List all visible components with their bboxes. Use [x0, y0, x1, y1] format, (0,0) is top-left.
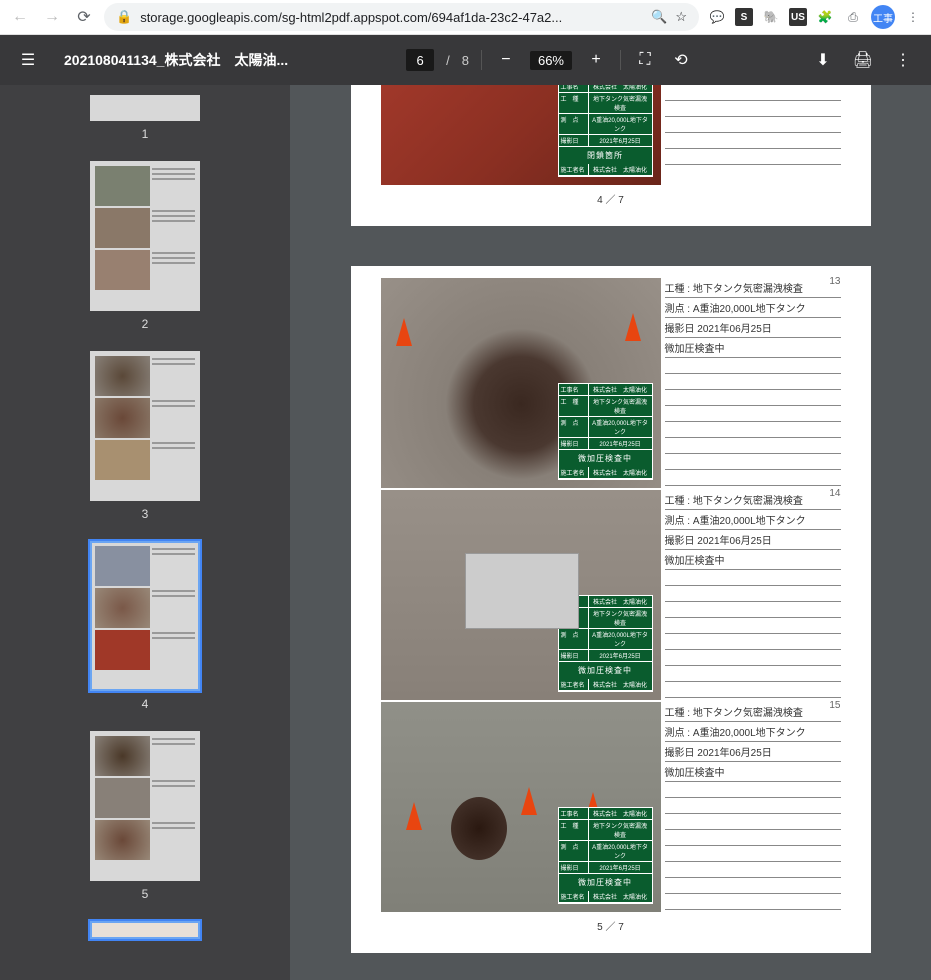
report-photo-13: 工事名株式会社 太陽油化 工 種地下タンク気密漏洩検査 測 点A重油20,000… — [381, 278, 661, 488]
thumbnail-sidebar[interactable]: 1 2 3 — [0, 85, 290, 980]
report-info: 工種 : 地下タンク気密漏洩検査 測点 : A重油20,000L地下タンク 撮影… — [661, 490, 841, 700]
menu-icon[interactable]: ☰ — [16, 48, 40, 72]
report-info: 工種 : 地下タンク気密漏洩検査 測点 : A重油20,000L地下タンク 撮影… — [661, 702, 841, 912]
report-row-14: 14 工事名株式会社 太陽油化 工 種地下タンク気密漏洩検査 測 点A重油20,… — [381, 490, 841, 700]
report-photo-12: 工事名株式会社 太陽油化 工 種地下タンク気密漏洩検査 測 点A重油20,000… — [381, 85, 661, 185]
url-text: storage.googleapis.com/sg-html2pdf.appsp… — [140, 10, 643, 25]
thumbnail-2[interactable]: 2 — [0, 161, 290, 331]
reload-button[interactable]: ⟳ — [72, 5, 96, 29]
fit-page-button[interactable]: ⛶ — [633, 48, 657, 72]
page-footer: 4 ／ 7 — [381, 191, 841, 206]
pdf-page-5: 13 工事名株式会社 太陽油化 工 種地下タンク気密漏洩検査 測 点A重油20,… — [351, 266, 871, 953]
zoom-out-button[interactable]: − — [494, 48, 518, 72]
report-row-13: 13 工事名株式会社 太陽油化 工 種地下タンク気密漏洩検査 測 点A重油20,… — [381, 278, 841, 488]
thumbnail-5[interactable]: 5 — [0, 731, 290, 901]
photo-overlay: 工事名株式会社 太陽油化 工 種地下タンク気密漏洩検査 測 点A重油20,000… — [558, 595, 653, 692]
browser-menu-icon[interactable]: ⋮ — [903, 7, 923, 27]
extensions-icon[interactable]: 🧩 — [815, 7, 835, 27]
ext-us-icon[interactable]: US — [789, 8, 807, 26]
page-input[interactable] — [406, 49, 434, 71]
profile-avatar[interactable]: 工事 — [871, 5, 895, 29]
ext-chat-icon[interactable]: 💬 — [707, 7, 727, 27]
report-info — [661, 85, 841, 185]
page-footer: 5 ／ 7 — [381, 918, 841, 933]
browser-toolbar: ← → ⟳ 🔒 storage.googleapis.com/sg-html2p… — [0, 0, 931, 35]
pdf-title: 202108041134_株式会社 太陽油... — [64, 50, 288, 70]
pdf-viewer: ☰ 202108041134_株式会社 太陽油... / 8 − 66% + ⛶… — [0, 35, 931, 980]
pdf-page-4: 工事名株式会社 太陽油化 工 種地下タンク気密漏洩検査 測 点A重油20,000… — [351, 85, 871, 226]
download-button[interactable]: ⬇ — [811, 48, 835, 72]
back-button[interactable]: ← — [8, 5, 32, 29]
url-bar[interactable]: 🔒 storage.googleapis.com/sg-html2pdf.app… — [104, 3, 699, 31]
photo-overlay: 工事名株式会社 太陽油化 工 種地下タンク気密漏洩検査 測 点A重油20,000… — [558, 383, 653, 480]
star-icon[interactable]: ☆ — [675, 9, 687, 25]
zoom-value: 66% — [530, 51, 572, 70]
forward-button[interactable]: → — [40, 5, 64, 29]
report-photo-14: 工事名株式会社 太陽油化 工 種地下タンク気密漏洩検査 測 点A重油20,000… — [381, 490, 661, 700]
more-button[interactable]: ⋮ — [891, 48, 915, 72]
ext-evernote-icon[interactable]: 🐘 — [761, 7, 781, 27]
lock-icon: 🔒 — [116, 9, 132, 25]
print-button[interactable]: 🖨 — [851, 48, 875, 72]
photo-overlay: 工事名株式会社 太陽油化 工 種地下タンク気密漏洩検査 測 点A重油20,000… — [558, 807, 653, 904]
thumbnail-1[interactable]: 1 — [0, 95, 290, 141]
thumbnail-4[interactable]: 4 — [0, 541, 290, 711]
thumbnail-6[interactable] — [0, 921, 290, 945]
report-row-15: 15 工事名株式会社 太陽油化 工 種地下タンク気密漏洩検査 測 点A重油20,… — [381, 702, 841, 912]
zoom-icon[interactable]: 🔍 — [651, 9, 667, 25]
report-photo-15: 工事名株式会社 太陽油化 工 種地下タンク気密漏洩検査 測 点A重油20,000… — [381, 702, 661, 912]
zoom-in-button[interactable]: + — [584, 48, 608, 72]
report-info: 工種 : 地下タンク気密漏洩検査 測点 : A重油20,000L地下タンク 撮影… — [661, 278, 841, 488]
rotate-button[interactable]: ⟲ — [669, 48, 693, 72]
thumbnail-3[interactable]: 3 — [0, 351, 290, 521]
pdf-toolbar: ☰ 202108041134_株式会社 太陽油... / 8 − 66% + ⛶… — [0, 35, 931, 85]
page-separator: / — [446, 53, 450, 68]
cast-icon[interactable]: ⎙ — [843, 7, 863, 27]
pdf-main-view[interactable]: 工事名株式会社 太陽油化 工 種地下タンク気密漏洩検査 測 点A重油20,000… — [290, 85, 931, 980]
ext-s-icon[interactable]: S — [735, 8, 753, 26]
page-total: 8 — [462, 53, 469, 68]
photo-overlay: 工事名株式会社 太陽油化 工 種地下タンク気密漏洩検査 測 点A重油20,000… — [558, 85, 653, 177]
